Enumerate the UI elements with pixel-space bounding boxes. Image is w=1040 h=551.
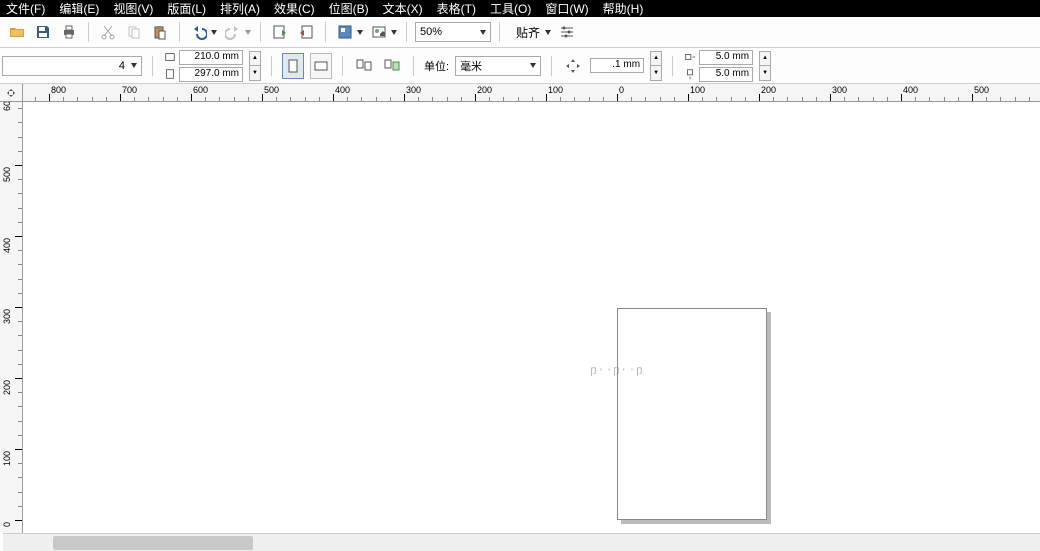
horizontal-ruler[interactable]: 8007006005004003002001000100200300400500… (23, 84, 1040, 102)
preset-value: 4 (119, 60, 125, 72)
menu-window[interactable]: 窗口(W) (545, 0, 588, 17)
print-button[interactable] (58, 21, 80, 43)
width-icon (163, 50, 177, 64)
scrollbar-thumb[interactable] (53, 536, 253, 550)
separator (152, 56, 153, 76)
nudge-input[interactable]: .1 mm (590, 58, 644, 73)
copy-button[interactable] (123, 21, 145, 43)
menu-file[interactable]: 文件(F) (6, 0, 45, 17)
canvas-area[interactable]: 卩' '卩' '卩 (23, 102, 1040, 533)
separator (325, 22, 326, 42)
separator (499, 22, 500, 42)
separator (179, 22, 180, 42)
portrait-button[interactable] (282, 53, 304, 79)
document-page[interactable] (617, 308, 767, 520)
current-page-button[interactable] (381, 55, 403, 77)
zoom-value: 50% (420, 26, 442, 38)
menu-layout[interactable]: 版面(L) (167, 0, 206, 17)
dup-y-icon (683, 67, 697, 81)
unit-value: 毫米 (460, 58, 482, 74)
horizontal-scrollbar[interactable] (3, 533, 1040, 551)
snap-label: 贴齐 (516, 24, 540, 41)
import-button[interactable] (269, 21, 291, 43)
undo-button[interactable] (188, 21, 210, 43)
duplicate-y-input[interactable]: 5.0 mm (699, 67, 753, 82)
duplicate-spinner[interactable]: ▲▼ (759, 51, 771, 81)
height-icon (163, 67, 177, 81)
duplicate-x-input[interactable]: 5.0 mm (699, 50, 753, 65)
separator (260, 22, 261, 42)
cut-button[interactable] (97, 21, 119, 43)
nudge-icon (562, 55, 584, 77)
separator (406, 22, 407, 42)
all-pages-button[interactable] (353, 55, 375, 77)
unit-select[interactable]: 毫米 (455, 56, 541, 76)
menu-help[interactable]: 帮助(H) (603, 0, 644, 17)
separator (271, 56, 272, 76)
menu-effects[interactable]: 效果(C) (274, 0, 315, 17)
menu-text[interactable]: 文本(X) (383, 0, 423, 17)
separator (413, 56, 414, 76)
page-height-input[interactable]: 297.0 mm (179, 67, 243, 82)
menu-bitmaps[interactable]: 位图(B) (329, 0, 369, 17)
redo-dropdown[interactable] (244, 21, 252, 43)
save-button[interactable] (32, 21, 54, 43)
menu-bar: 文件(F) 编辑(E) 视图(V) 版面(L) 排列(A) 效果(C) 位图(B… (0, 0, 1040, 17)
dup-x-icon (683, 50, 697, 64)
export-button[interactable] (295, 21, 317, 43)
menu-edit[interactable]: 编辑(E) (59, 0, 99, 17)
separator (672, 56, 673, 76)
menu-view[interactable]: 视图(V) (113, 0, 153, 17)
menu-tables[interactable]: 表格(T) (437, 0, 476, 17)
page-preset-select[interactable]: 4 (2, 56, 142, 76)
chevron-down-icon (530, 63, 536, 68)
app-launcher-button[interactable] (334, 21, 356, 43)
unit-label: 单位: (424, 58, 449, 74)
standard-toolbar: 50% 贴齐 (0, 17, 1040, 48)
welcome-dropdown[interactable] (390, 21, 398, 43)
separator (342, 56, 343, 76)
welcome-button[interactable] (368, 21, 390, 43)
menu-arrange[interactable]: 排列(A) (220, 0, 260, 17)
paste-button[interactable] (149, 21, 171, 43)
open-button[interactable] (6, 21, 28, 43)
vertical-ruler[interactable]: 0100200300400500600 (0, 102, 23, 533)
redo-button[interactable] (222, 21, 244, 43)
page-cursor-text: 卩' '卩' '卩 (589, 365, 646, 378)
undo-dropdown[interactable] (210, 21, 218, 43)
app-launcher-dropdown[interactable] (356, 21, 364, 43)
nudge-spinner[interactable]: ▲▼ (650, 51, 662, 81)
menu-tools[interactable]: 工具(O) (490, 0, 531, 17)
zoom-select[interactable]: 50% (415, 22, 491, 42)
property-bar: 4 210.0 mm 297.0 mm ▲▼ 单位: 毫米 .1 mm ▲▼ 5… (0, 48, 1040, 84)
snap-dropdown[interactable] (544, 21, 552, 43)
separator (88, 22, 89, 42)
workspace: 8007006005004003002001000100200300400500… (0, 84, 1040, 551)
chevron-down-icon (131, 63, 137, 68)
page-dim-spinner[interactable]: ▲▼ (249, 51, 261, 81)
landscape-button[interactable] (310, 53, 332, 79)
separator (551, 56, 552, 76)
ruler-corner[interactable] (0, 84, 23, 102)
options-button[interactable] (556, 21, 578, 43)
chevron-down-icon (480, 30, 486, 35)
page-width-input[interactable]: 210.0 mm (179, 50, 243, 65)
